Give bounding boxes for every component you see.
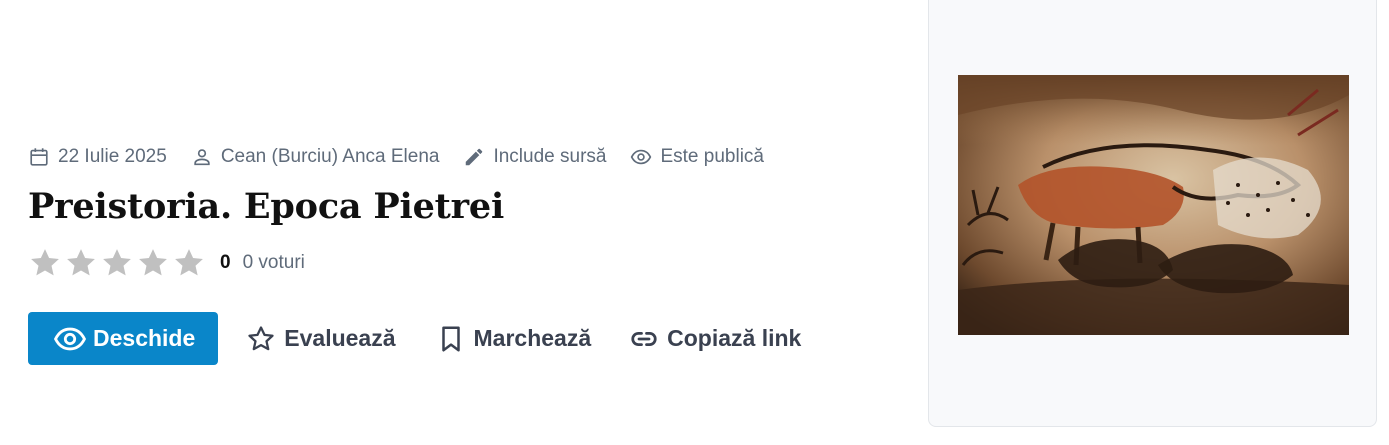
bookmark-button-label: Marchează (473, 325, 592, 351)
bookmark-icon (441, 326, 460, 351)
rate-button[interactable]: Evaluează (246, 324, 396, 354)
copy-link-button[interactable]: Copiază link (629, 324, 801, 354)
star-3-icon[interactable] (100, 246, 134, 280)
meta-author: Cean (Burciu) Anca Elena (191, 146, 440, 168)
bookmark-button[interactable]: Marchează (436, 324, 592, 354)
rate-button-label: Evaluează (284, 325, 396, 351)
star-5-icon[interactable] (172, 246, 206, 280)
open-button-label: Deschide (93, 325, 196, 351)
meta-date: 22 Iulie 2025 (28, 146, 167, 168)
meta-source-text: Include sursă (493, 146, 607, 167)
meta-visibility-text: Este publică (660, 146, 764, 167)
page-title: Preistoria. Epoca Pietrei (28, 186, 505, 227)
open-button[interactable]: Deschide (28, 312, 219, 365)
eye-icon (631, 149, 652, 165)
meta-date-text: 22 Iulie 2025 (58, 146, 167, 167)
rating-score: 0 (220, 252, 231, 273)
meta-author-text: Cean (Burciu) Anca Elena (220, 146, 440, 167)
rating-stars[interactable] (28, 246, 206, 280)
star-2-icon[interactable] (64, 246, 98, 280)
calendar-icon (30, 148, 48, 166)
cave-painting-image (958, 75, 1349, 335)
link-icon (631, 331, 657, 346)
copy-link-button-label: Copiază link (667, 325, 802, 351)
star-1-icon[interactable] (28, 246, 62, 280)
pencil-icon (466, 148, 483, 166)
resource-meta: 22 Iulie 2025 Cean (Burciu) Anca Elena I… (28, 146, 788, 168)
person-icon (194, 149, 210, 166)
action-bar: Deschide Evaluează Marchează Copiază lin… (28, 312, 801, 365)
meta-source: Include sursă (463, 146, 606, 168)
rating-votes: 0 voturi (242, 252, 305, 273)
star-4-icon[interactable] (136, 246, 170, 280)
meta-visibility: Este publică (630, 146, 764, 168)
star-outline-icon (248, 325, 274, 350)
resource-card: 22 Iulie 2025 Cean (Burciu) Anca Elena I… (28, 0, 908, 445)
rating-bar: 0 0 voturi (28, 246, 305, 280)
eye-icon (53, 327, 87, 350)
cover-image[interactable] (958, 75, 1349, 335)
